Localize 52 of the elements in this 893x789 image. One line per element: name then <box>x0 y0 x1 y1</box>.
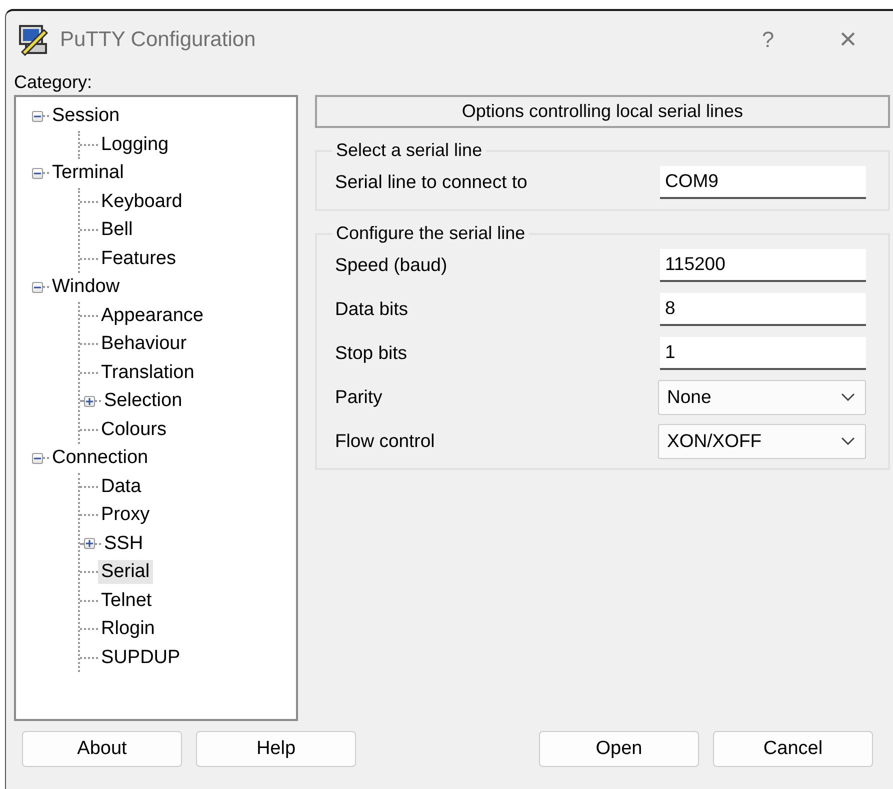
tree-item[interactable]: Behaviour <box>98 332 190 356</box>
input-field[interactable]: 1 <box>660 336 866 370</box>
tree-item[interactable]: Proxy <box>98 503 153 528</box>
window-title: PuTTY Configuration <box>60 28 257 52</box>
collapse-icon[interactable] <box>32 168 43 179</box>
category-label: Category: <box>14 71 92 94</box>
help-button[interactable]: Help <box>196 731 356 767</box>
chevron-down-icon <box>841 437 855 445</box>
tree-item[interactable]: Selection <box>101 389 186 414</box>
group-title: Configure the serial line <box>335 223 526 244</box>
tree-item[interactable]: Session <box>49 104 123 128</box>
tree-item[interactable]: Features <box>98 246 179 271</box>
expand-icon[interactable] <box>84 396 95 407</box>
tree-item[interactable]: Keyboard <box>98 190 186 214</box>
input-field[interactable]: 8 <box>660 292 866 326</box>
tree-item[interactable]: SUPDUP <box>98 646 184 670</box>
field-label: Speed (baud) <box>335 254 448 276</box>
dropdown[interactable]: XON/XOFF <box>658 424 866 458</box>
about-button[interactable]: About <box>22 731 182 767</box>
collapse-icon[interactable] <box>32 452 43 464</box>
tree-item[interactable]: Telnet <box>98 588 155 613</box>
tree-item[interactable]: SSH <box>101 532 146 556</box>
cancel-button[interactable]: Cancel <box>713 731 873 767</box>
panel-header: Options controlling local serial lines <box>315 95 890 128</box>
field-label: Parity <box>335 386 382 408</box>
tree-item[interactable]: Colours <box>98 418 170 442</box>
field-label: Data bits <box>335 298 408 320</box>
tree-item[interactable]: Translation <box>98 360 198 385</box>
open-button[interactable]: Open <box>539 731 699 767</box>
tree-item[interactable]: Bell <box>98 218 136 242</box>
field-label: Serial line to connect to <box>335 171 528 193</box>
expand-icon[interactable] <box>84 538 95 550</box>
collapse-icon[interactable] <box>32 110 43 122</box>
tree-item[interactable]: Data <box>98 474 144 499</box>
chevron-down-icon <box>841 393 855 401</box>
field-label: Stop bits <box>335 342 407 364</box>
tree-item[interactable]: Logging <box>98 132 172 157</box>
group-title: Select a serial line <box>335 140 484 161</box>
tree-item[interactable]: Connection <box>49 446 152 470</box>
close-button[interactable]: × <box>813 18 883 62</box>
field-label: Flow control <box>335 430 435 452</box>
input-field[interactable]: COM9 <box>660 166 866 198</box>
tree-item[interactable]: Appearance <box>98 304 206 328</box>
collapse-icon[interactable] <box>32 282 43 293</box>
tree-item[interactable]: Window <box>49 275 123 300</box>
input-field[interactable]: 115200 <box>660 248 866 282</box>
dropdown[interactable]: None <box>658 380 866 414</box>
app-icon <box>18 24 50 56</box>
help-button[interactable]: ? <box>733 18 803 62</box>
tree-item[interactable]: Serial <box>98 560 153 584</box>
tree-item[interactable]: Terminal <box>49 161 127 186</box>
tree-item[interactable]: Rlogin <box>98 617 158 642</box>
